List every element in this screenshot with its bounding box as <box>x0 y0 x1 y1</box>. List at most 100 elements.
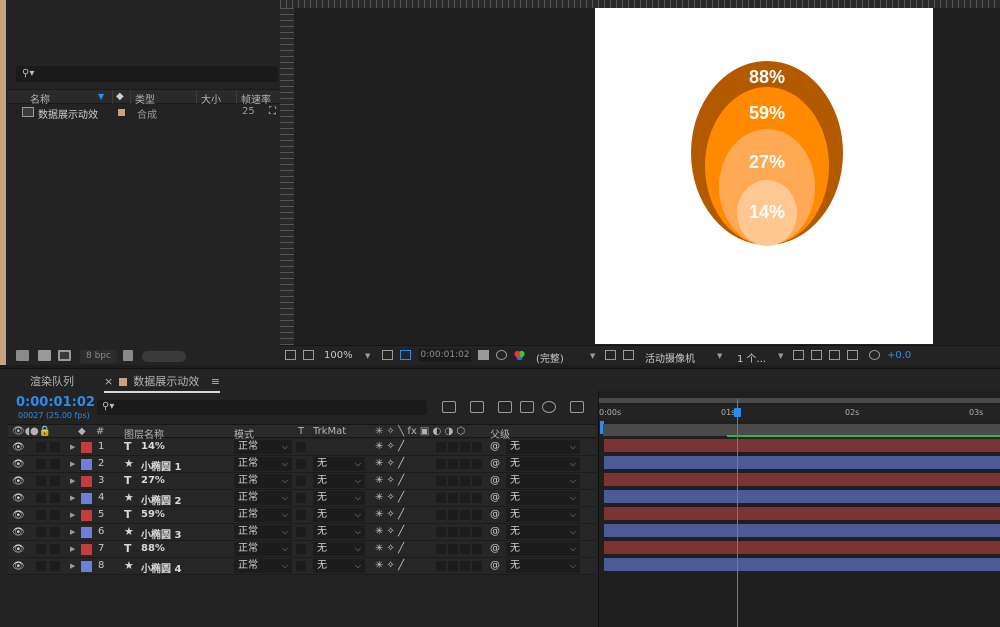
trkmat-select[interactable]: 无 ⌵ <box>313 525 365 539</box>
expand-triangle-icon[interactable]: ▶ <box>70 460 75 468</box>
visibility-eye-icon[interactable]: 👁 <box>12 561 25 572</box>
pick-whip-icon[interactable]: @ <box>490 458 500 469</box>
col-type[interactable]: 类型 <box>135 91 155 106</box>
layer-name[interactable]: 小椭圆 3 <box>141 526 181 541</box>
lock-toggle[interactable] <box>50 493 60 503</box>
parent-select[interactable]: 无 ⌵ <box>506 525 580 539</box>
pick-whip-icon[interactable]: @ <box>490 441 500 452</box>
switch-box[interactable] <box>448 527 458 537</box>
switch-box[interactable] <box>460 510 470 520</box>
parent-select[interactable]: 无 ⌵ <box>506 508 580 522</box>
flowchart-icon[interactable] <box>847 350 858 360</box>
preserve-transparency-toggle[interactable] <box>296 442 306 452</box>
switch-box[interactable] <box>448 510 458 520</box>
lock-toggle[interactable] <box>50 476 60 486</box>
switch-box[interactable] <box>448 459 458 469</box>
parent-select[interactable]: 无 ⌵ <box>506 542 580 556</box>
layer-switches[interactable]: ✳ ✧ ╱ <box>375 543 404 554</box>
preserve-transparency-toggle[interactable] <box>296 476 306 486</box>
trkmat-select[interactable]: 无 ⌵ <box>313 491 365 505</box>
switch-box[interactable] <box>436 510 446 520</box>
lock-toggle[interactable] <box>50 442 60 452</box>
preserve-transparency-toggle[interactable] <box>296 561 306 571</box>
layer-duration-bar[interactable] <box>604 524 1000 537</box>
layer-name[interactable]: 小椭圆 2 <box>141 492 181 507</box>
switch-box[interactable] <box>460 561 470 571</box>
preserve-transparency-toggle[interactable] <box>296 493 306 503</box>
blend-mode-select[interactable]: 正常 ⌵ <box>234 559 292 573</box>
viewer-timecode[interactable]: 0:00:01:02 <box>419 349 471 362</box>
lock-toggle[interactable] <box>50 459 60 469</box>
switch-box[interactable] <box>436 459 446 469</box>
expand-triangle-icon[interactable]: ▶ <box>70 545 75 553</box>
col-name[interactable]: 名称 <box>30 91 50 106</box>
visibility-eye-icon[interactable]: 👁 <box>12 459 25 470</box>
trkmat-select[interactable]: 无 ⌵ <box>313 474 365 488</box>
solo-toggle[interactable] <box>36 476 46 486</box>
layer-label-swatch[interactable] <box>81 493 92 504</box>
layer-name[interactable]: 27% <box>141 475 165 486</box>
expand-triangle-icon[interactable]: ▶ <box>70 528 75 536</box>
preserve-transparency-toggle[interactable] <box>296 510 306 520</box>
switch-box[interactable] <box>436 476 446 486</box>
layer-duration-bar[interactable] <box>604 541 1000 554</box>
av-switches-icon[interactable]: 👁◖●🔒 <box>12 426 51 437</box>
layer-label-swatch[interactable] <box>81 527 92 538</box>
expand-triangle-icon[interactable]: ▶ <box>70 562 75 570</box>
layer-switches[interactable]: ✳ ✧ ╱ <box>375 492 404 503</box>
monitor-icon[interactable] <box>303 350 314 360</box>
preserve-transparency-toggle[interactable] <box>296 544 306 554</box>
switch-box[interactable] <box>460 544 470 554</box>
solo-toggle[interactable] <box>36 459 46 469</box>
switch-box[interactable] <box>460 442 470 452</box>
layer-duration-bar[interactable] <box>604 558 1000 571</box>
sort-icon[interactable]: ▼ <box>98 92 104 101</box>
tab-render-queue[interactable]: 渲染队列 <box>30 373 74 389</box>
pick-whip-icon[interactable]: @ <box>490 526 500 537</box>
parent-select[interactable]: 无 ⌵ <box>506 440 580 454</box>
solo-toggle[interactable] <box>36 510 46 520</box>
switch-box[interactable] <box>472 459 482 469</box>
switch-box[interactable] <box>448 544 458 554</box>
pick-whip-icon[interactable]: @ <box>490 543 500 554</box>
trkmat-select[interactable]: 无 ⌵ <box>313 542 365 556</box>
always-preview-icon[interactable] <box>285 350 296 360</box>
switch-box[interactable] <box>436 527 446 537</box>
close-icon[interactable]: × <box>104 375 113 388</box>
switch-box[interactable] <box>436 561 446 571</box>
expand-triangle-icon[interactable]: ▶ <box>70 443 75 451</box>
expand-triangle-icon[interactable]: ▶ <box>70 494 75 502</box>
lock-toggle[interactable] <box>50 527 60 537</box>
visibility-eye-icon[interactable]: 👁 <box>12 442 25 453</box>
layer-row[interactable]: 👁 ▶ 3 T 27% 正常 ⌵ 无 ⌵ ✳ ✧ ╱ @ 无 ⌵ <box>8 473 596 490</box>
trash-icon[interactable] <box>123 350 133 361</box>
region-of-interest-icon[interactable] <box>400 350 411 360</box>
blend-mode-select[interactable]: 正常 ⌵ <box>234 525 292 539</box>
layer-row[interactable]: 👁 ▶ 4 ★ 小椭圆 2 正常 ⌵ 无 ⌵ ✳ ✧ ╱ @ 无 ⌵ <box>8 490 596 507</box>
folder-icon[interactable] <box>38 350 51 361</box>
layer-label-swatch[interactable] <box>81 459 92 470</box>
layer-row[interactable]: 👁 ▶ 1 T 14% 正常 ⌵ ✳ ✧ ╱ @ 无 ⌵ <box>8 439 596 456</box>
switch-box[interactable] <box>472 476 482 486</box>
switch-box[interactable] <box>472 510 482 520</box>
graph-editor-icon[interactable] <box>570 401 584 413</box>
lock-toggle[interactable] <box>50 561 60 571</box>
col-fps[interactable]: 帧速率 <box>241 91 271 106</box>
solo-toggle[interactable] <box>36 442 46 452</box>
lock-toggle[interactable] <box>50 544 60 554</box>
layer-duration-bar[interactable] <box>604 473 1000 486</box>
switch-box[interactable] <box>460 459 470 469</box>
layer-switches[interactable]: ✳ ✧ ╱ <box>375 458 404 469</box>
new-composition-icon[interactable] <box>58 350 71 361</box>
layer-label-swatch[interactable] <box>81 561 92 572</box>
switch-box[interactable] <box>448 442 458 452</box>
time-navigator[interactable] <box>599 398 1000 403</box>
parent-select[interactable]: 无 ⌵ <box>506 474 580 488</box>
resolution-select[interactable]: (完整) <box>536 350 564 365</box>
parent-select[interactable]: 无 ⌵ <box>506 559 580 573</box>
label-swatch[interactable] <box>118 109 125 116</box>
layer-name[interactable]: 14% <box>141 441 165 452</box>
zoom-select[interactable]: 100% <box>324 350 353 361</box>
preserve-transparency-toggle[interactable] <box>296 459 306 469</box>
layer-row[interactable]: 👁 ▶ 6 ★ 小椭圆 3 正常 ⌵ 无 ⌵ ✳ ✧ ╱ @ 无 ⌵ <box>8 524 596 541</box>
